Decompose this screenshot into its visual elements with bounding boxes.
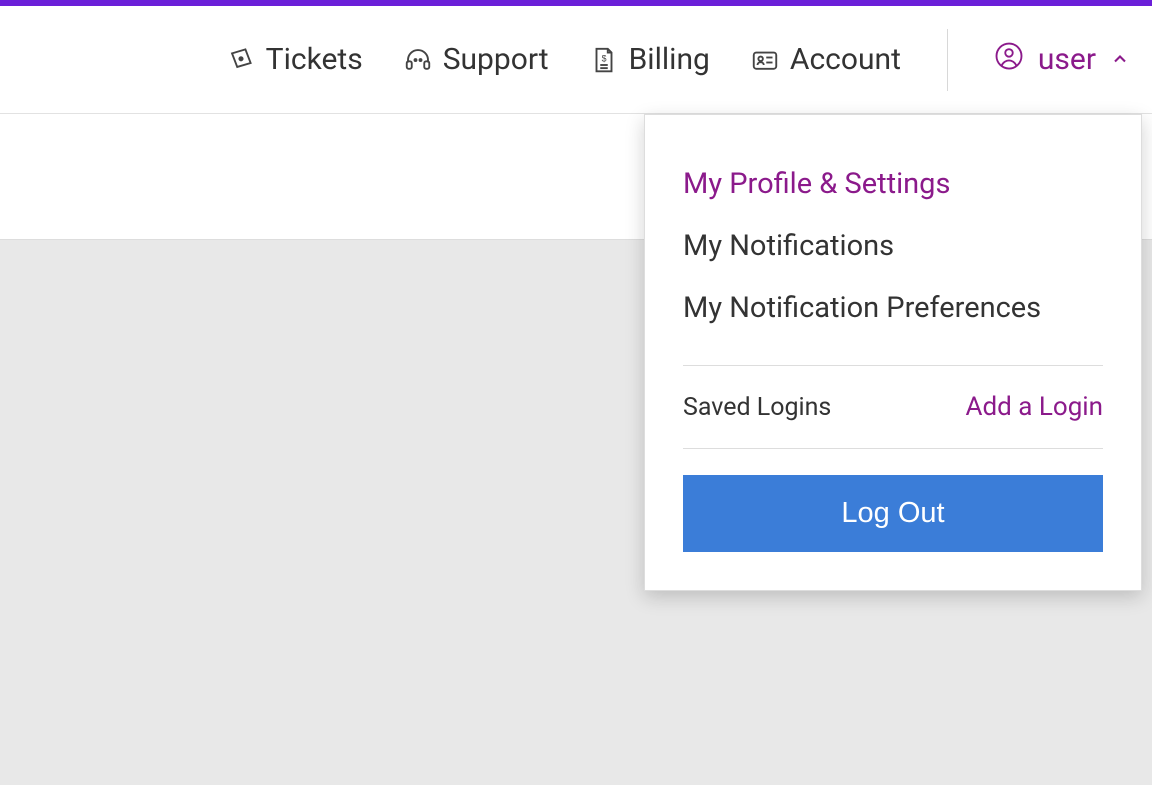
logout-button[interactable]: Log Out bbox=[683, 475, 1103, 552]
user-label: user bbox=[1038, 42, 1096, 77]
add-login-link[interactable]: Add a Login bbox=[966, 392, 1103, 422]
nav-divider bbox=[947, 29, 948, 91]
nav-tickets[interactable]: Tickets bbox=[226, 42, 363, 77]
dropdown-my-notifications[interactable]: My Notifications bbox=[683, 215, 1103, 277]
chevron-up-icon bbox=[1110, 42, 1130, 77]
top-navbar: Tickets Support $ bbox=[0, 6, 1152, 114]
headset-icon bbox=[403, 45, 433, 75]
nav-support[interactable]: Support bbox=[403, 42, 549, 77]
svg-text:$: $ bbox=[601, 53, 606, 63]
nav-account-label: Account bbox=[790, 42, 901, 77]
dropdown-profile-settings[interactable]: My Profile & Settings bbox=[683, 153, 1103, 215]
dropdown-divider bbox=[683, 365, 1103, 366]
user-dropdown-menu: My Profile & Settings My Notifications M… bbox=[644, 114, 1142, 591]
nav-support-label: Support bbox=[443, 42, 549, 77]
nav-account[interactable]: Account bbox=[750, 42, 901, 77]
nav-tickets-label: Tickets bbox=[266, 42, 363, 77]
ticket-icon bbox=[226, 45, 256, 75]
saved-logins-label: Saved Logins bbox=[683, 393, 831, 422]
id-card-icon bbox=[750, 45, 780, 75]
user-menu-toggle[interactable]: user bbox=[994, 41, 1130, 79]
billing-icon: $ bbox=[589, 45, 619, 75]
nav-billing[interactable]: $ Billing bbox=[589, 42, 710, 77]
dropdown-divider-2 bbox=[683, 448, 1103, 449]
saved-logins-row: Saved Logins Add a Login bbox=[683, 392, 1103, 422]
nav-billing-label: Billing bbox=[629, 42, 710, 77]
user-icon bbox=[994, 41, 1024, 79]
nav-items: Tickets Support $ bbox=[226, 29, 1130, 91]
dropdown-notification-preferences[interactable]: My Notification Preferences bbox=[683, 277, 1103, 339]
